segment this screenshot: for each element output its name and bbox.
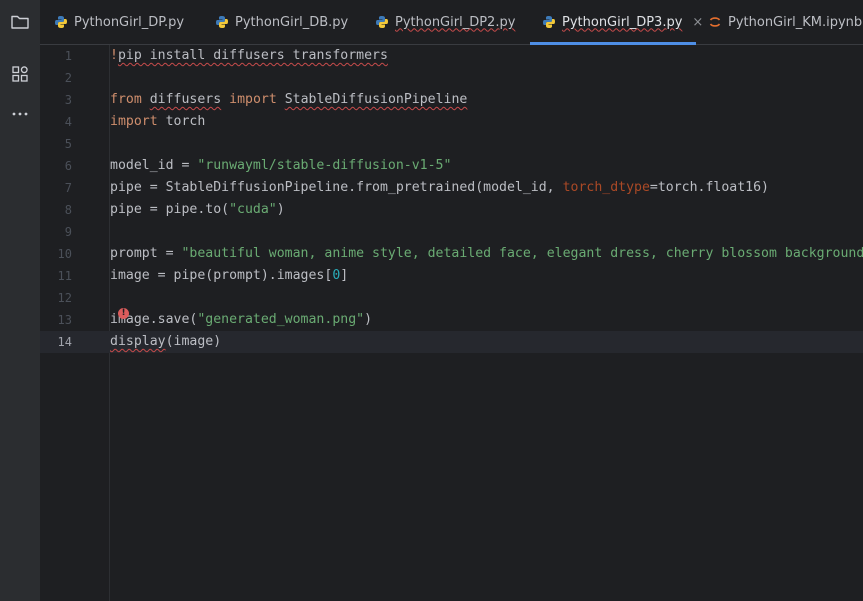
code-text: display(image) [110,334,222,349]
line-number: 3 [64,93,72,107]
tab-label: PythonGirl_DP3.py [562,14,683,30]
close-icon[interactable]: × [692,15,703,30]
python-icon [54,15,68,29]
tab-pythongirl-dp[interactable]: PythonGirl_DP.py [54,0,184,44]
structure-icon[interactable] [10,64,30,84]
code-line[interactable]: 2 [40,67,863,89]
line-number: 9 [64,225,72,239]
python-icon [375,15,389,29]
error-icon[interactable]: ! [118,308,129,319]
code-line[interactable]: 3 from diffusers import StableDiffusionP… [40,89,863,111]
code-line[interactable]: 7 pipe = StableDiffusionPipeline.from_pr… [40,177,863,199]
code-line[interactable]: 1 !pip install diffusers transformers [40,45,863,67]
code-text: image.save("generated_woman.png") [110,312,373,327]
tab-label: PythonGirl_DP2.py [395,14,516,30]
tool-window-strip [0,0,41,601]
tab-pythongirl-db[interactable]: PythonGirl_DB.py [215,0,348,44]
code-text: pipe = StableDiffusionPipeline.from_pret… [110,180,769,195]
code-text: model_id = "runwayml/stable-diffusion-v1… [110,158,452,173]
line-number: 5 [64,137,72,151]
jupyter-icon [708,15,722,29]
code-line-current[interactable]: 14 display(image) [40,331,863,353]
code-text: from diffusers import StableDiffusionPip… [110,92,468,107]
tab-pythongirl-km[interactable]: PythonGirl_KM.ipynb [708,0,862,44]
code-line[interactable]: 9 [40,221,863,243]
line-number: 7 [64,181,72,195]
line-number: 4 [64,115,72,129]
code-line[interactable]: 6 model_id = "runwayml/stable-diffusion-… [40,155,863,177]
line-number: 14 [57,335,72,349]
line-number: 13 [57,313,72,327]
code-editor[interactable]: 1 !pip install diffusers transformers 2 … [40,45,863,601]
folder-icon[interactable] [10,12,30,32]
code-text: image = pipe(prompt).images[0] [110,268,349,283]
line-number: 6 [64,159,72,173]
tab-pythongirl-dp2[interactable]: PythonGirl_DP2.py [375,0,515,44]
code-line[interactable]: 5 [40,133,863,155]
code-text: !pip install diffusers transformers [110,48,388,63]
python-icon [215,15,229,29]
code-line[interactable]: 10 prompt = "beautiful woman, anime styl… [40,243,863,265]
code-line[interactable]: 4 import torch [40,111,863,133]
code-line[interactable]: 8 pipe = pipe.to("cuda") [40,199,863,221]
code-text: pipe = pipe.to("cuda") [110,202,285,217]
line-number: 2 [64,71,72,85]
python-icon [542,15,556,29]
line-number: 10 [57,247,72,261]
code-text: import torch [110,114,206,129]
code-text: prompt = "beautiful woman, anime style, … [110,246,863,261]
line-number: 8 [64,203,72,217]
more-icon[interactable] [10,104,30,124]
line-number: 11 [57,269,72,283]
code-line[interactable]: 12 [40,287,863,309]
code-line[interactable]: 11 image = pipe(prompt).images[0] [40,265,863,287]
tab-label: PythonGirl_DB.py [235,14,349,30]
tab-label: PythonGirl_KM.ipynb [728,14,863,30]
editor-tab-bar: PythonGirl_DP.py PythonGirl_DB.py Python… [40,0,863,45]
line-number: 12 [57,291,72,305]
line-number: 1 [64,49,72,63]
tab-pythongirl-dp3[interactable]: PythonGirl_DP3.py × [530,0,703,45]
tab-label: PythonGirl_DP.py [74,14,185,30]
code-line[interactable]: 13 image.save("generated_woman.png") [40,309,863,331]
